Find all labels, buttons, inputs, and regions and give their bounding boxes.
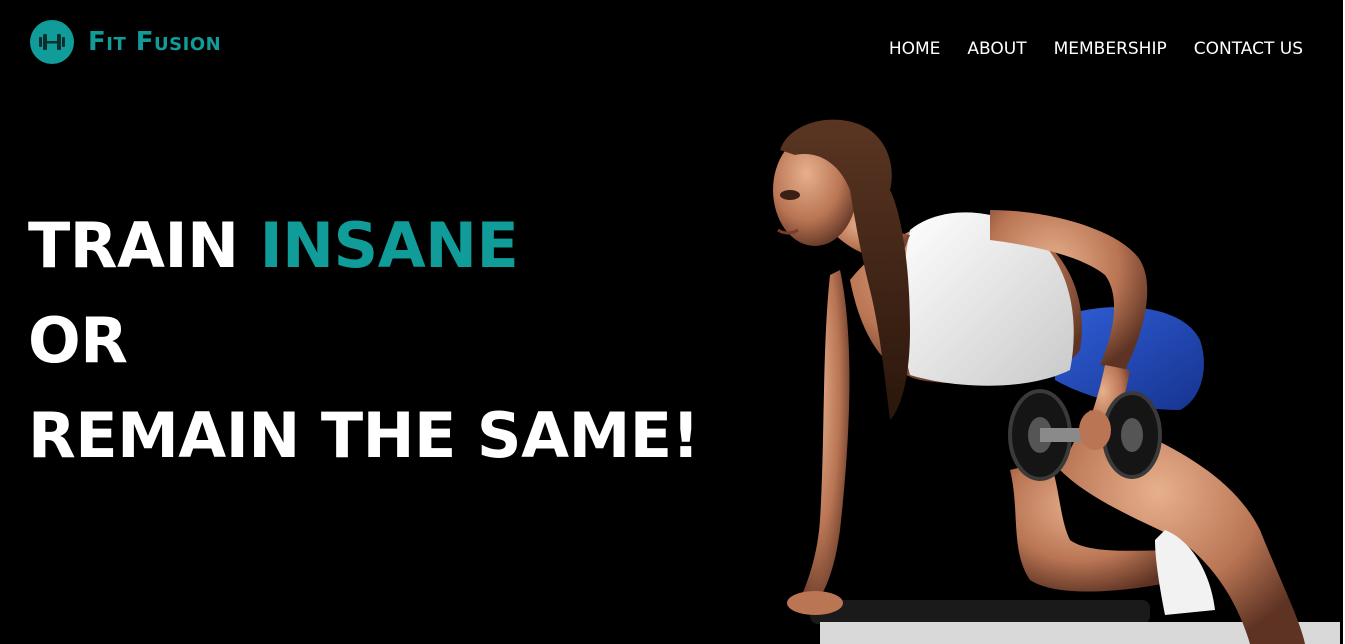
- hero-line-3: REMAIN THE SAME!: [28, 399, 700, 472]
- hero-line-1: TRAIN INSANE: [28, 198, 699, 293]
- nav-home-link[interactable]: HOME: [889, 38, 941, 60]
- athlete-photo: [773, 119, 1340, 644]
- hero-headline: TRAIN INSANE OR REMAIN THE SAME!: [28, 198, 700, 483]
- hero-page: Fit Fusion HOME ABOUT MEMBERSHIP CONTACT…: [0, 0, 1343, 644]
- dumbbell-icon: [30, 20, 74, 64]
- brand-logo-link[interactable]: Fit Fusion: [30, 20, 221, 64]
- main-nav: HOME ABOUT MEMBERSHIP CONTACT US: [889, 38, 1303, 60]
- hero-word-train: TRAIN: [28, 209, 239, 282]
- nav-contact-link[interactable]: CONTACT US: [1194, 38, 1303, 60]
- nav-about-link[interactable]: ABOUT: [967, 38, 1026, 60]
- hero-word-insane: INSANE: [259, 209, 519, 282]
- brand-name: Fit Fusion: [88, 27, 222, 57]
- nav-membership-link[interactable]: MEMBERSHIP: [1054, 38, 1167, 60]
- hero-line-2: OR: [28, 304, 128, 377]
